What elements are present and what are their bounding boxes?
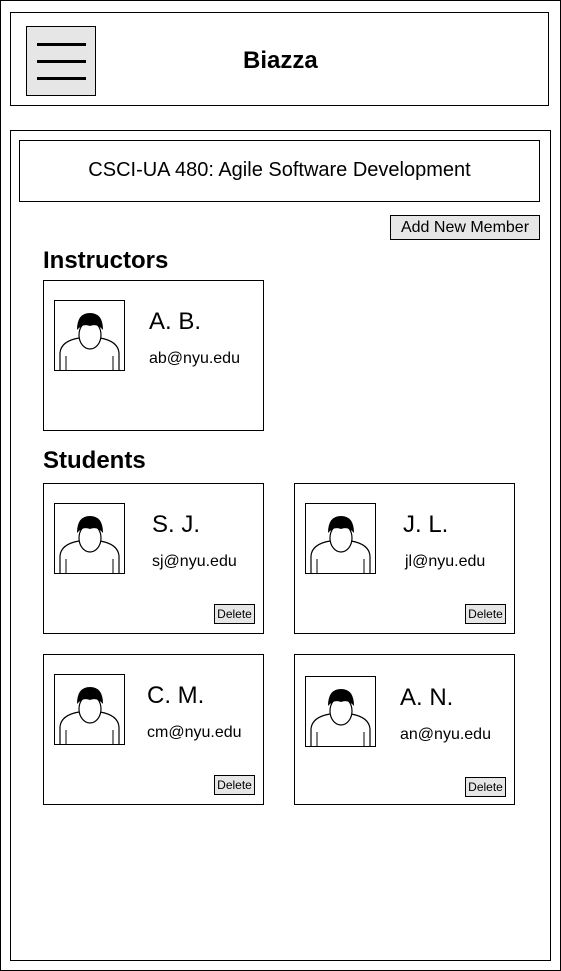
member-email: sj@nyu.edu xyxy=(152,553,237,570)
member-email: cm@nyu.edu xyxy=(147,724,242,741)
avatar-icon xyxy=(54,503,125,574)
avatar-icon xyxy=(54,300,125,371)
member-name: J. L. xyxy=(403,511,449,538)
hamburger-menu-icon[interactable] xyxy=(26,26,96,96)
member-name: C. M. xyxy=(147,682,205,709)
member-email: ab@nyu.edu xyxy=(149,350,240,367)
delete-button[interactable]: Delete xyxy=(214,775,255,795)
delete-button[interactable]: Delete xyxy=(465,604,506,624)
member-name: A. B. xyxy=(149,308,202,335)
students-heading: Students xyxy=(43,447,146,474)
menu-bar-line xyxy=(37,43,86,46)
delete-button[interactable]: Delete xyxy=(214,604,255,624)
student-card: C. M. cm@nyu.edu Delete xyxy=(43,654,264,805)
top-header: Biazza xyxy=(10,12,549,106)
avatar-icon xyxy=(305,676,376,747)
add-new-member-button[interactable]: Add New Member xyxy=(390,215,540,240)
member-email: an@nyu.edu xyxy=(400,726,491,743)
member-name: S. J. xyxy=(152,511,201,538)
student-card: J. L. jl@nyu.edu Delete xyxy=(294,483,515,634)
student-card: A. N. an@nyu.edu Delete xyxy=(294,654,515,805)
course-panel: CSCI-UA 480: Agile Software Development … xyxy=(10,130,551,961)
avatar-icon xyxy=(305,503,376,574)
app-title: Biazza xyxy=(243,47,318,74)
instructors-heading: Instructors xyxy=(43,247,169,274)
member-name: A. N. xyxy=(400,684,454,711)
menu-bar-line xyxy=(37,77,86,80)
course-title-box: CSCI-UA 480: Agile Software Development xyxy=(19,140,540,202)
member-email: jl@nyu.edu xyxy=(405,553,486,570)
instructor-card: A. B. ab@nyu.edu xyxy=(43,280,264,431)
avatar-icon xyxy=(54,674,125,745)
menu-bar-line xyxy=(37,60,86,63)
delete-button[interactable]: Delete xyxy=(465,777,506,797)
student-card: S. J. sj@nyu.edu Delete xyxy=(43,483,264,634)
course-title: CSCI-UA 480: Agile Software Development xyxy=(88,159,471,181)
